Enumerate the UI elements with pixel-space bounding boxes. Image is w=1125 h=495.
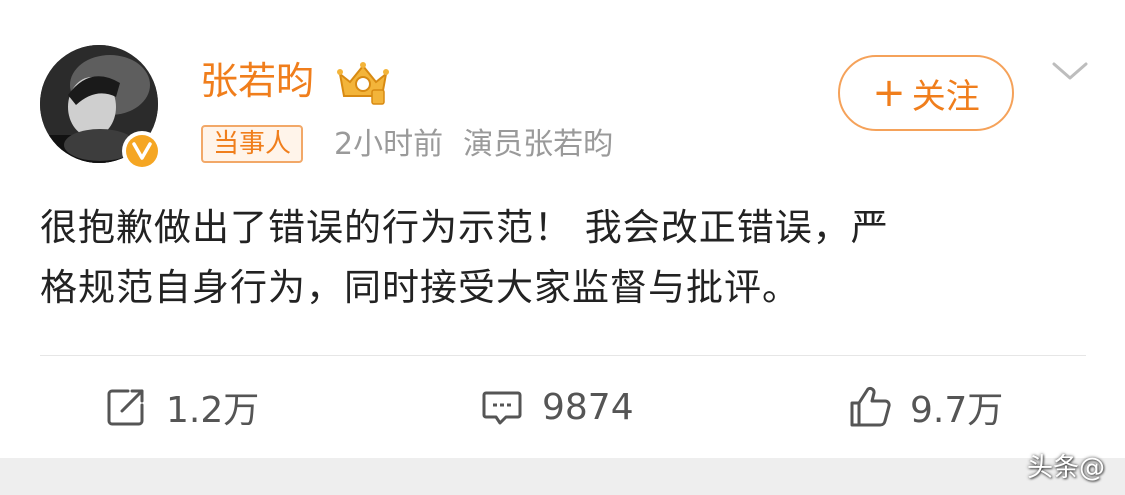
- watermark: 头条@: [1026, 453, 1105, 483]
- comment-button[interactable]: 9874: [480, 382, 634, 432]
- post-content-line: 很抱歉做出了错误的行为示范！ 我会改正错误，严: [40, 206, 889, 249]
- vip-crown-icon[interactable]: [336, 60, 390, 106]
- verified-badge-icon: [122, 131, 162, 171]
- weibo-post-card: 张若昀 当事人 2小时前 演员张若昀 + 关注 很抱歉做出了错误的行为示范！ 我会…: [0, 0, 1125, 495]
- plus-icon: +: [872, 70, 906, 116]
- like-count: 9.7万: [910, 390, 1004, 431]
- follow-button[interactable]: + 关注: [838, 55, 1014, 131]
- repost-count: 1.2万: [166, 390, 260, 431]
- post-content-line: 格规范自身行为，同时接受大家监督与批评。: [40, 266, 800, 309]
- like-button[interactable]: 9.7万: [848, 382, 1003, 432]
- comment-count: 9874: [542, 386, 634, 428]
- post-content: 很抱歉做出了错误的行为示范！ 我会改正错误，严 格规范自身行为，同时接受大家监督…: [40, 198, 1090, 318]
- divider: [40, 355, 1086, 356]
- username[interactable]: 张若昀: [200, 58, 314, 104]
- footer-bar: [0, 458, 1125, 495]
- thumbs-up-icon: [850, 386, 891, 427]
- post-time: 2小时前: [334, 127, 444, 162]
- party-tag: 当事人: [201, 125, 304, 163]
- avatar[interactable]: [40, 45, 162, 171]
- follow-label: 关注: [911, 76, 980, 117]
- repost-button[interactable]: 1.2万: [104, 382, 259, 432]
- repost-icon: [107, 389, 144, 426]
- comment-icon: [482, 391, 522, 425]
- post-meta: 2小时前 演员张若昀: [334, 125, 613, 165]
- post-source: 演员张若昀: [463, 127, 614, 162]
- chevron-down-icon[interactable]: [1050, 58, 1090, 86]
